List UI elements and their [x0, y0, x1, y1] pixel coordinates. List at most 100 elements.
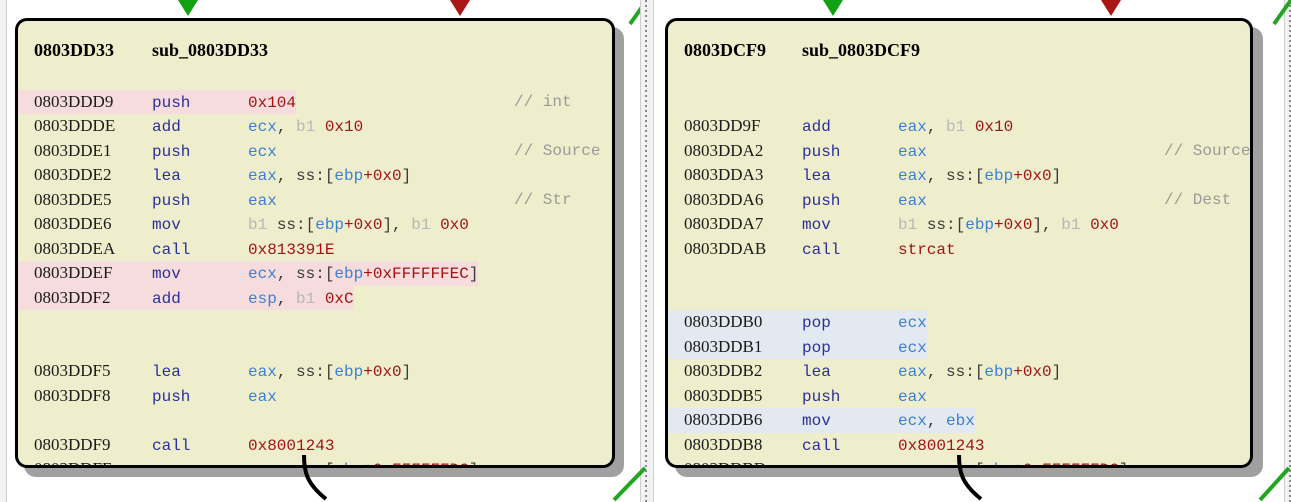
code-row[interactable]: 0803DDB6 mov ecx, ebx — [668, 408, 1250, 433]
basic-block-right[interactable]: 0803DCF9 sub_0803DCF9 0803DD9F add eax, b1 … — [665, 18, 1253, 468]
operand-token: ebp — [984, 167, 1014, 185]
code-row[interactable]: 0803DDB8 call 0x8001243 — [668, 433, 1250, 458]
operand-token: 0xC — [324, 289, 354, 308]
code-row-content: 0803DDDE add ecx, b1 0x10 — [18, 114, 363, 139]
operand-token: eax — [898, 142, 927, 161]
instruction-operands: 0x813391E — [248, 241, 334, 259]
code-row[interactable]: 0803DDEF mov ecx, ss:[ebp+0xFFFFFFEC] — [18, 261, 612, 286]
code-row-blank — [668, 261, 1250, 286]
operand-token: b1 — [946, 118, 975, 136]
instruction-operands: ecx — [898, 314, 927, 332]
code-row[interactable]: 0803DDA6 push eax // Dest — [668, 188, 1250, 213]
instruction-address: 0803DDE2 — [34, 165, 112, 184]
operand-token: ecx — [248, 142, 277, 161]
operand-token: esp — [248, 289, 277, 308]
operand-token: , ss:[ — [276, 265, 335, 283]
instruction-mnemonic: push — [152, 387, 191, 406]
operand-token: , — [276, 289, 297, 308]
code-row[interactable]: 0803DDB1 pop ecx — [668, 334, 1250, 359]
operand-token: eax — [898, 461, 927, 465]
code-row[interactable]: 0803DDE5 push eax // Str — [18, 188, 612, 213]
operand-token: ], — [1032, 216, 1062, 234]
instruction-address: 0803DDEA — [34, 238, 116, 258]
operand-token: ebp — [965, 216, 995, 234]
code-row-blank — [18, 65, 612, 90]
incoming-edge-arrow-green-left — [178, 0, 198, 16]
code-row[interactable]: 0803DDB2 lea eax, ss:[ebp+0x0] — [668, 359, 1250, 384]
instruction-mnemonic: push — [802, 191, 841, 210]
instruction-mnemonic: push — [152, 142, 191, 161]
operand-token: eax — [248, 387, 277, 406]
basic-block-left[interactable]: 0803DD33 sub_0803DD33 0803DDD9 push 0x104 //… — [15, 18, 615, 468]
instruction-mnemonic: lea — [152, 167, 181, 185]
code-row-content: 0803DDD9 push 0x104 — [18, 89, 297, 114]
code-row[interactable]: 0803DDF5 lea eax, ss:[ebp+0x0] — [18, 359, 612, 384]
code-row[interactable]: 0803DDEA call 0x813391E — [18, 237, 612, 262]
code-row[interactable]: 0803DDB0 pop ecx — [668, 310, 1250, 335]
instruction-address: 0803DDE1 — [34, 140, 112, 160]
operand-token: 0x8001243 — [898, 436, 985, 455]
instruction-comment: // int — [514, 92, 572, 111]
code-row-content: 0803DDB5 push eax — [668, 384, 927, 409]
instruction-address: 0803DDBD — [684, 457, 802, 465]
outgoing-edge-tail-left — [300, 455, 360, 502]
instruction-mnemonic: mov — [802, 216, 831, 234]
code-row[interactable]: 0803DDF9 call 0x8001243 — [18, 433, 612, 458]
code-row[interactable]: 0803DDE1 push ecx // Source — [18, 139, 612, 164]
code-row[interactable]: 0803DD9F add eax, b1 0x10 — [668, 114, 1250, 139]
code-row[interactable]: 0803DDA2 push eax // Source — [668, 139, 1250, 164]
code-row[interactable]: 0803DDE2 lea eax, ss:[ebp+0x0] — [18, 163, 612, 188]
operand-token: ecx — [898, 338, 927, 357]
instruction-operands: eax — [898, 192, 927, 210]
instruction-operands: eax — [898, 388, 927, 406]
operand-token: ss:[ — [276, 216, 316, 234]
instruction-address: 0803DDAB — [684, 238, 767, 258]
instruction-operands: eax, b1 0x10 — [898, 118, 1013, 136]
code-row[interactable]: 0803DDAB call strcat — [668, 237, 1250, 262]
instruction-address: 0803DDF5 — [34, 361, 111, 380]
code-row[interactable]: 0803DDA7 mov b1 ss:[ebp+0x0], b1 0x0 — [668, 212, 1250, 237]
pane-divider-left — [0, 0, 7, 502]
instruction-address: 0803DDF2 — [34, 287, 111, 307]
operand-token: b1 — [296, 118, 325, 136]
code-row[interactable]: 0803DDE6 mov b1 ss:[ebp+0x0], b1 0x0 — [18, 212, 612, 237]
code-row[interactable]: 0803DDD9 push 0x104 // int — [18, 89, 612, 114]
instruction-comment: // Str — [514, 190, 572, 209]
instruction-comment: // Source — [1164, 141, 1251, 160]
code-row[interactable]: 0803DDF8 push eax — [18, 384, 612, 409]
instruction-operands: b1 ss:[ebp+0x0], b1 0x0 — [248, 216, 469, 234]
operand-token: , — [926, 118, 947, 136]
operand-token: +0xFFFFFFEC — [363, 265, 469, 283]
operand-token: +0xFFFFFFDC — [1013, 461, 1119, 465]
instruction-mnemonic: mov — [152, 458, 248, 465]
operand-token: ] — [1051, 167, 1062, 185]
block-header-label: sub_0803DCF9 — [802, 40, 921, 60]
instruction-address: 0803DDF8 — [34, 385, 111, 405]
code-row-blank — [18, 335, 612, 360]
operand-token: 0x10 — [324, 118, 364, 136]
instruction-address: 0803DDF9 — [34, 434, 111, 454]
operand-token: +0x0 — [363, 363, 402, 381]
instruction-address: 0803DDB0 — [684, 312, 763, 331]
code-row[interactable]: 0803DDF2 add esp, b1 0xC — [18, 285, 612, 310]
instruction-operands: eax, ss:[ebp+0x0] — [898, 167, 1061, 185]
operand-token: ], — [382, 216, 412, 234]
code-row-blank — [668, 90, 1250, 115]
code-row-content: 0803DDF8 push eax — [18, 384, 277, 409]
operand-token: b1 — [411, 216, 441, 234]
operand-token: , ss:[ — [276, 167, 335, 185]
code-row[interactable]: 0803DDB5 push eax — [668, 384, 1250, 409]
block-header-label: sub_0803DD33 — [152, 40, 269, 60]
code-row[interactable]: 0803DDA3 lea eax, ss:[ebp+0x0] — [668, 163, 1250, 188]
instruction-operands: esp, b1 0xC — [248, 290, 354, 308]
operand-token: eax — [248, 363, 277, 381]
instruction-mnemonic: lea — [802, 167, 831, 185]
code-row[interactable]: 0803DDDE add ecx, b1 0x10 — [18, 114, 612, 139]
operand-token: ecx — [248, 461, 277, 465]
block-header-address: 0803DCF9 — [684, 40, 766, 60]
instruction-operands: eax — [898, 143, 927, 161]
graph-edge-green-bottomright — [1258, 466, 1291, 502]
instruction-mnemonic: pop — [802, 338, 831, 357]
operand-token: strcat — [898, 240, 956, 259]
pane-divider-center — [640, 0, 654, 502]
